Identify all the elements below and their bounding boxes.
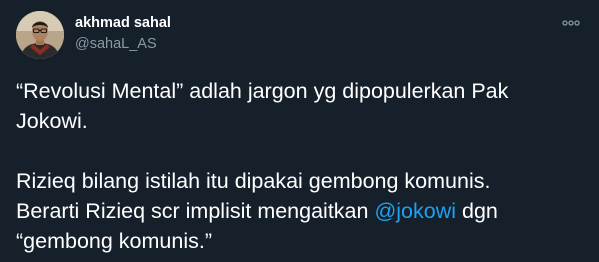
more-horizontal-icon <box>562 20 580 26</box>
tweet-text-line: Jokowi. <box>16 109 88 133</box>
avatar-image <box>16 11 64 59</box>
mention-link[interactable]: @jokowi <box>374 199 456 223</box>
tweet-text-line: Berarti Rizieq scr implisit mengaitkan @… <box>16 196 586 226</box>
tweet-text-line: “gembong komunis.” <box>16 229 212 253</box>
tweet-text-line: Rizieq bilang istilah itu dipakai gembon… <box>16 169 491 193</box>
tweet-text: “Revolusi Mental” adlah jargon yg dipopu… <box>16 76 586 256</box>
tweet-text-segment: Berarti Rizieq scr implisit mengaitkan <box>16 199 375 223</box>
avatar[interactable] <box>16 11 64 59</box>
tweet-text-line: “Revolusi Mental” adlah jargon yg dipopu… <box>16 79 509 103</box>
author-info[interactable]: akhmad sahal @sahaL_AS <box>75 14 171 53</box>
tweet-text-segment: dgn <box>456 199 498 223</box>
author-handle[interactable]: @sahaL_AS <box>75 35 171 53</box>
author-display-name[interactable]: akhmad sahal <box>75 14 171 32</box>
more-options-button[interactable] <box>559 14 583 32</box>
tweet-card: akhmad sahal @sahaL_AS “Revolusi Mental”… <box>0 0 599 262</box>
